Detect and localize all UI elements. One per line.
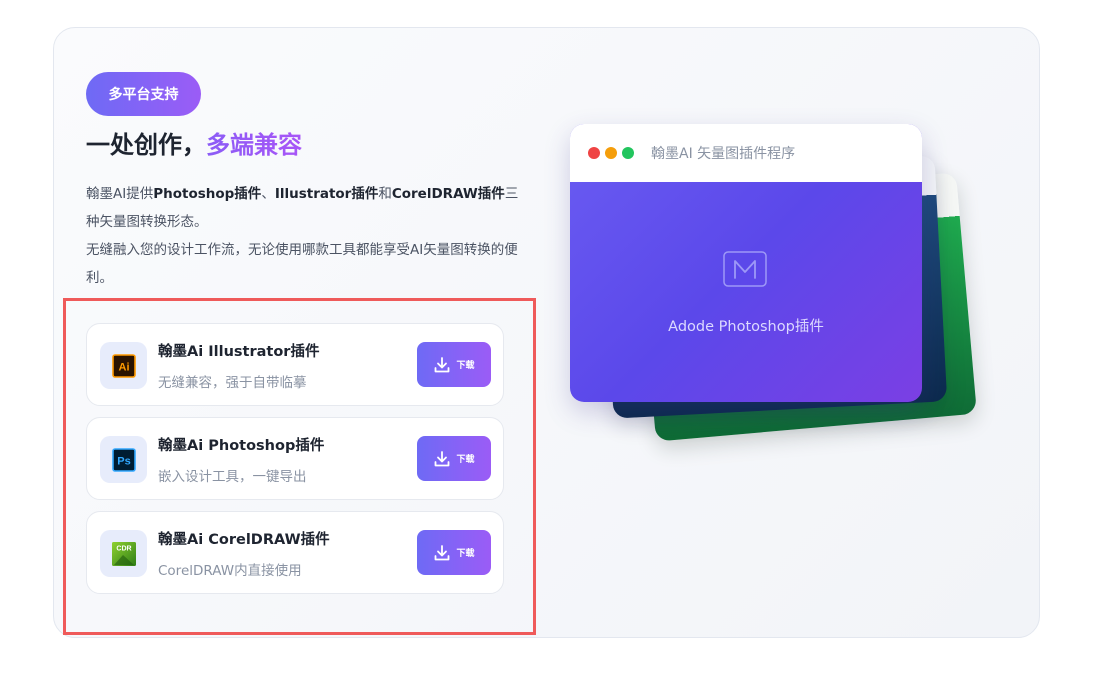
- preview-titlebar: 翰墨AI 矢量图插件程序: [570, 124, 922, 182]
- description-segment: CorelDRAW插件: [391, 186, 505, 202]
- section-description: 翰墨AI提供Photoshop插件、Illustrator插件和CorelDRA…: [86, 180, 526, 292]
- coreldraw-icon: CDR: [100, 530, 147, 577]
- section-title: 一处创作，多端兼容: [86, 128, 302, 162]
- photoshop-icon: Ps: [100, 436, 147, 483]
- preview-window-title: 翰墨AI 矢量图插件程序: [651, 146, 796, 162]
- download-button-photoshop[interactable]: 下载: [417, 436, 491, 481]
- svg-text:CDR: CDR: [116, 545, 131, 552]
- download-label: 下载: [456, 454, 475, 464]
- description-p2: 无缝融入您的设计工作流，无论使用哪款工具都能享受AI矢量图转换的便利。: [86, 242, 518, 286]
- plugin-name: 翰墨Ai CorelDRAW插件: [158, 532, 330, 548]
- plugin-card-illustrator: Ai 翰墨Ai Illustrator插件 无缝兼容，强于自带临摹 下载: [86, 323, 504, 406]
- brand-logo-icon: [723, 251, 767, 287]
- preview-caption: Adode Photoshop插件: [668, 319, 824, 335]
- platform-badge: 多平台支持: [86, 72, 201, 116]
- download-label: 下载: [456, 548, 475, 558]
- download-button-illustrator[interactable]: 下载: [417, 342, 491, 387]
- description-p1: 翰墨AI提供Photoshop插件、Illustrator插件和CorelDRA…: [86, 186, 518, 230]
- download-label: 下载: [456, 360, 475, 370]
- preview-window-photoshop: 翰墨AI 矢量图插件程序 Adode Photoshop插件: [570, 124, 922, 402]
- illustrator-icon: Ai: [100, 342, 147, 389]
- window-minimize-dot: [605, 147, 617, 159]
- description-segment: 翰墨AI提供: [86, 186, 154, 202]
- plugin-name: 翰墨Ai Illustrator插件: [158, 344, 320, 360]
- download-button-coreldraw[interactable]: 下载: [417, 530, 491, 575]
- plugin-card-photoshop: Ps 翰墨Ai Photoshop插件 嵌入设计工具，一键导出 下载: [86, 417, 504, 500]
- plugin-desc: CorelDRAW内直接使用: [158, 563, 302, 579]
- download-icon: [435, 356, 450, 372]
- download-icon: [435, 450, 450, 466]
- plugin-card-coreldraw: CDR 翰墨Ai CorelDRAW插件 CorelDRAW内直接使用 下载: [86, 511, 504, 594]
- description-segment: Illustrator插件: [274, 186, 379, 202]
- description-segment: Photoshop插件: [153, 186, 262, 202]
- description-segment: 、: [261, 186, 275, 202]
- window-close-dot: [588, 147, 600, 159]
- title-main: 一处创作，: [86, 131, 206, 159]
- download-icon: [435, 544, 450, 560]
- svg-text:Ai: Ai: [118, 361, 129, 373]
- title-accent: 多端兼容: [206, 131, 302, 159]
- svg-text:Ps: Ps: [117, 455, 130, 467]
- window-maximize-dot: [622, 147, 634, 159]
- plugin-desc: 无缝兼容，强于自带临摹: [158, 375, 307, 391]
- plugin-desc: 嵌入设计工具，一键导出: [158, 469, 307, 485]
- plugin-name: 翰墨Ai Photoshop插件: [158, 438, 325, 454]
- description-segment: 和: [378, 186, 392, 202]
